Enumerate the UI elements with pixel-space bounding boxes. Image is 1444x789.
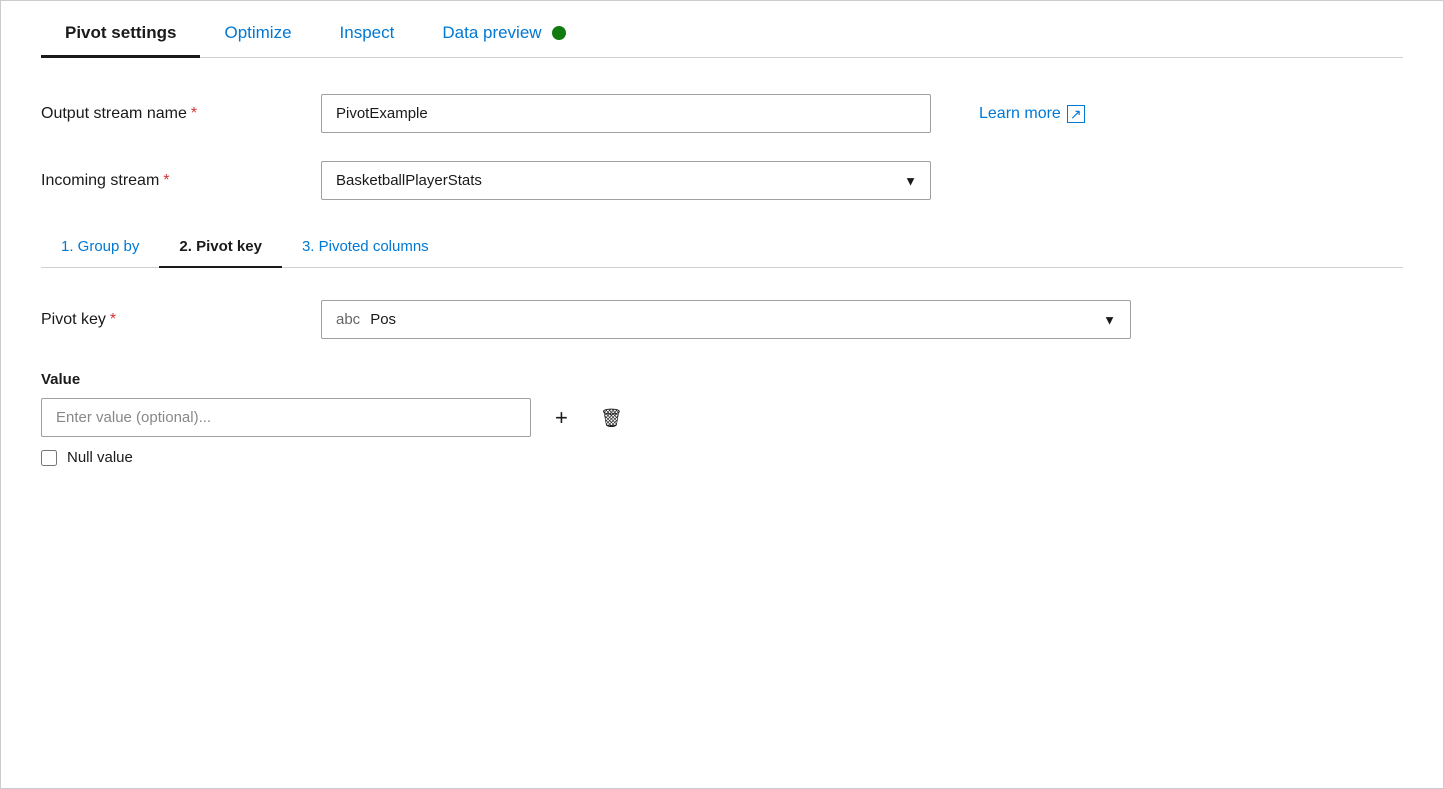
data-preview-status-dot xyxy=(552,26,566,40)
pivot-key-row: Pivot key* abc Pos ▼ xyxy=(41,300,1403,339)
tab-optimize[interactable]: Optimize xyxy=(200,11,315,57)
value-input-row: + 🗑 xyxy=(41,398,1403,437)
incoming-stream-required: * xyxy=(163,172,169,189)
incoming-stream-label: Incoming stream* xyxy=(41,172,321,190)
output-stream-required: * xyxy=(191,105,197,122)
add-value-button[interactable]: + xyxy=(547,403,576,433)
null-value-checkbox[interactable] xyxy=(41,450,57,466)
output-stream-input[interactable] xyxy=(321,94,931,133)
sub-tab-group-by[interactable]: 1. Group by xyxy=(41,228,159,267)
output-stream-label: Output stream name* xyxy=(41,105,321,123)
tab-data-preview[interactable]: Data preview xyxy=(418,11,590,57)
pivot-key-value: Pos xyxy=(370,311,396,328)
value-section: Value + 🗑 Null value xyxy=(41,371,1403,466)
pivot-key-type-prefix: abc xyxy=(336,311,360,328)
pivot-key-dropdown-icon: ▼ xyxy=(1103,312,1116,327)
pivot-key-select-wrapper[interactable]: abc Pos ▼ xyxy=(321,300,1131,339)
sub-tab-pivoted-columns[interactable]: 3. Pivoted columns xyxy=(282,228,449,267)
null-value-label: Null value xyxy=(67,449,133,466)
learn-more-link[interactable]: Learn more ↗ xyxy=(979,105,1085,123)
output-stream-row: Output stream name* Learn more ↗ xyxy=(41,94,1403,133)
form-area: Output stream name* Learn more ↗ Incomin… xyxy=(41,58,1403,466)
pivot-key-label: Pivot key* xyxy=(41,311,321,329)
incoming-stream-select[interactable]: BasketballPlayerStats xyxy=(321,161,931,200)
delete-value-button[interactable]: 🗑 xyxy=(592,405,631,431)
sub-tab-bar: 1. Group by 2. Pivot key 3. Pivoted colu… xyxy=(41,228,1403,268)
tab-bar: Pivot settings Optimize Inspect Data pre… xyxy=(41,1,1403,58)
value-label: Value xyxy=(41,371,1403,388)
sub-tab-pivot-key[interactable]: 2. Pivot key xyxy=(159,228,282,267)
incoming-stream-row: Incoming stream* BasketballPlayerStats ▼ xyxy=(41,161,1403,200)
incoming-stream-select-wrapper: BasketballPlayerStats ▼ xyxy=(321,161,931,200)
trash-icon: 🗑 xyxy=(600,408,623,428)
tab-inspect[interactable]: Inspect xyxy=(316,11,419,57)
null-value-row: Null value xyxy=(41,449,1403,466)
external-link-icon: ↗ xyxy=(1067,105,1085,123)
pivot-key-select[interactable]: abc Pos ▼ xyxy=(321,300,1131,339)
pivot-key-required: * xyxy=(110,311,116,328)
tab-pivot-settings[interactable]: Pivot settings xyxy=(41,11,200,57)
value-input[interactable] xyxy=(41,398,531,437)
